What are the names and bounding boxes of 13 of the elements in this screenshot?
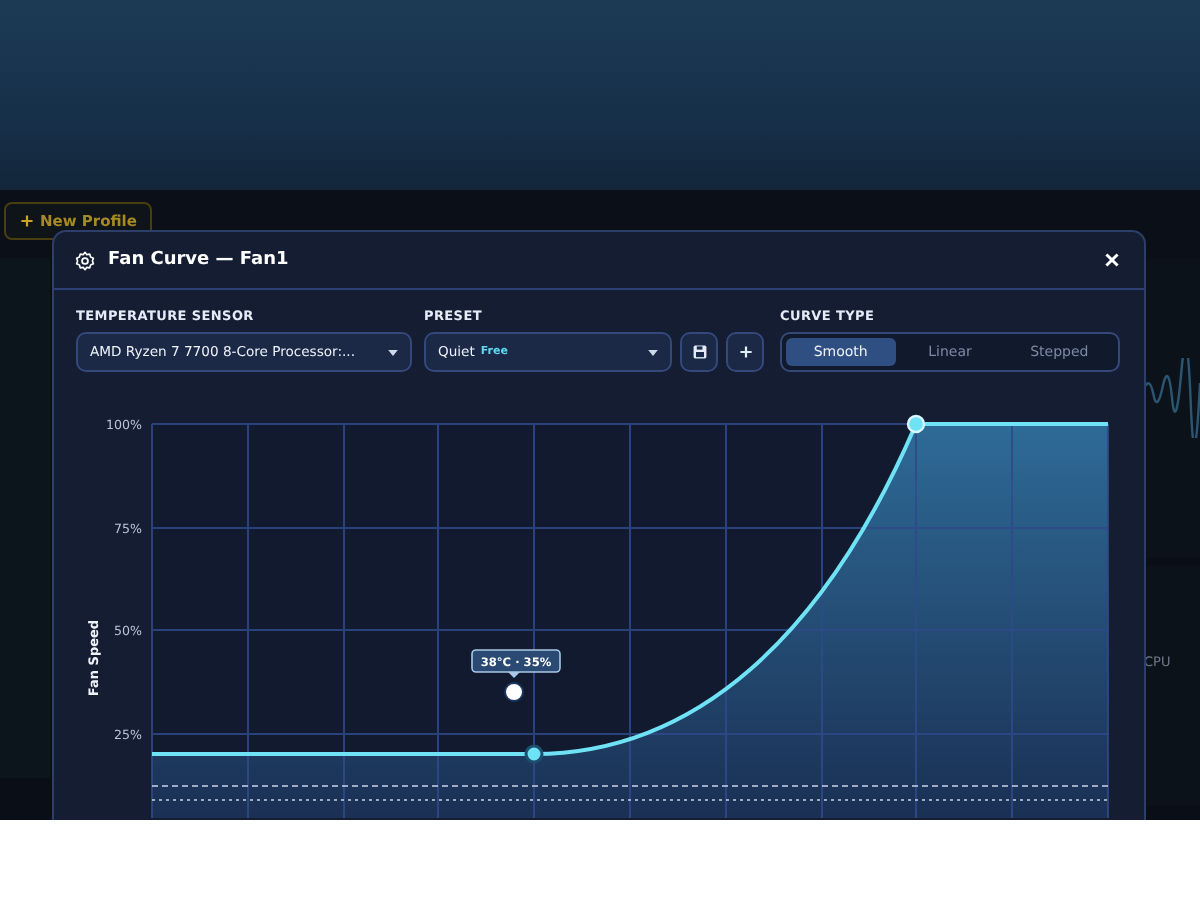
plus-icon bbox=[20, 214, 34, 228]
window-title: Fan Curve — Fan1 bbox=[108, 250, 291, 270]
curve-point[interactable] bbox=[524, 744, 544, 764]
caret-icon bbox=[388, 349, 398, 355]
tooltip bbox=[471, 649, 561, 678]
close-icon[interactable] bbox=[1104, 252, 1120, 268]
add-button[interactable] bbox=[726, 332, 764, 372]
sparkline bbox=[1144, 358, 1200, 438]
plus-icon bbox=[737, 344, 753, 360]
caret-icon bbox=[648, 349, 658, 355]
save-icon bbox=[691, 344, 707, 360]
save-button[interactable] bbox=[680, 332, 718, 372]
gear-icon bbox=[74, 249, 96, 271]
